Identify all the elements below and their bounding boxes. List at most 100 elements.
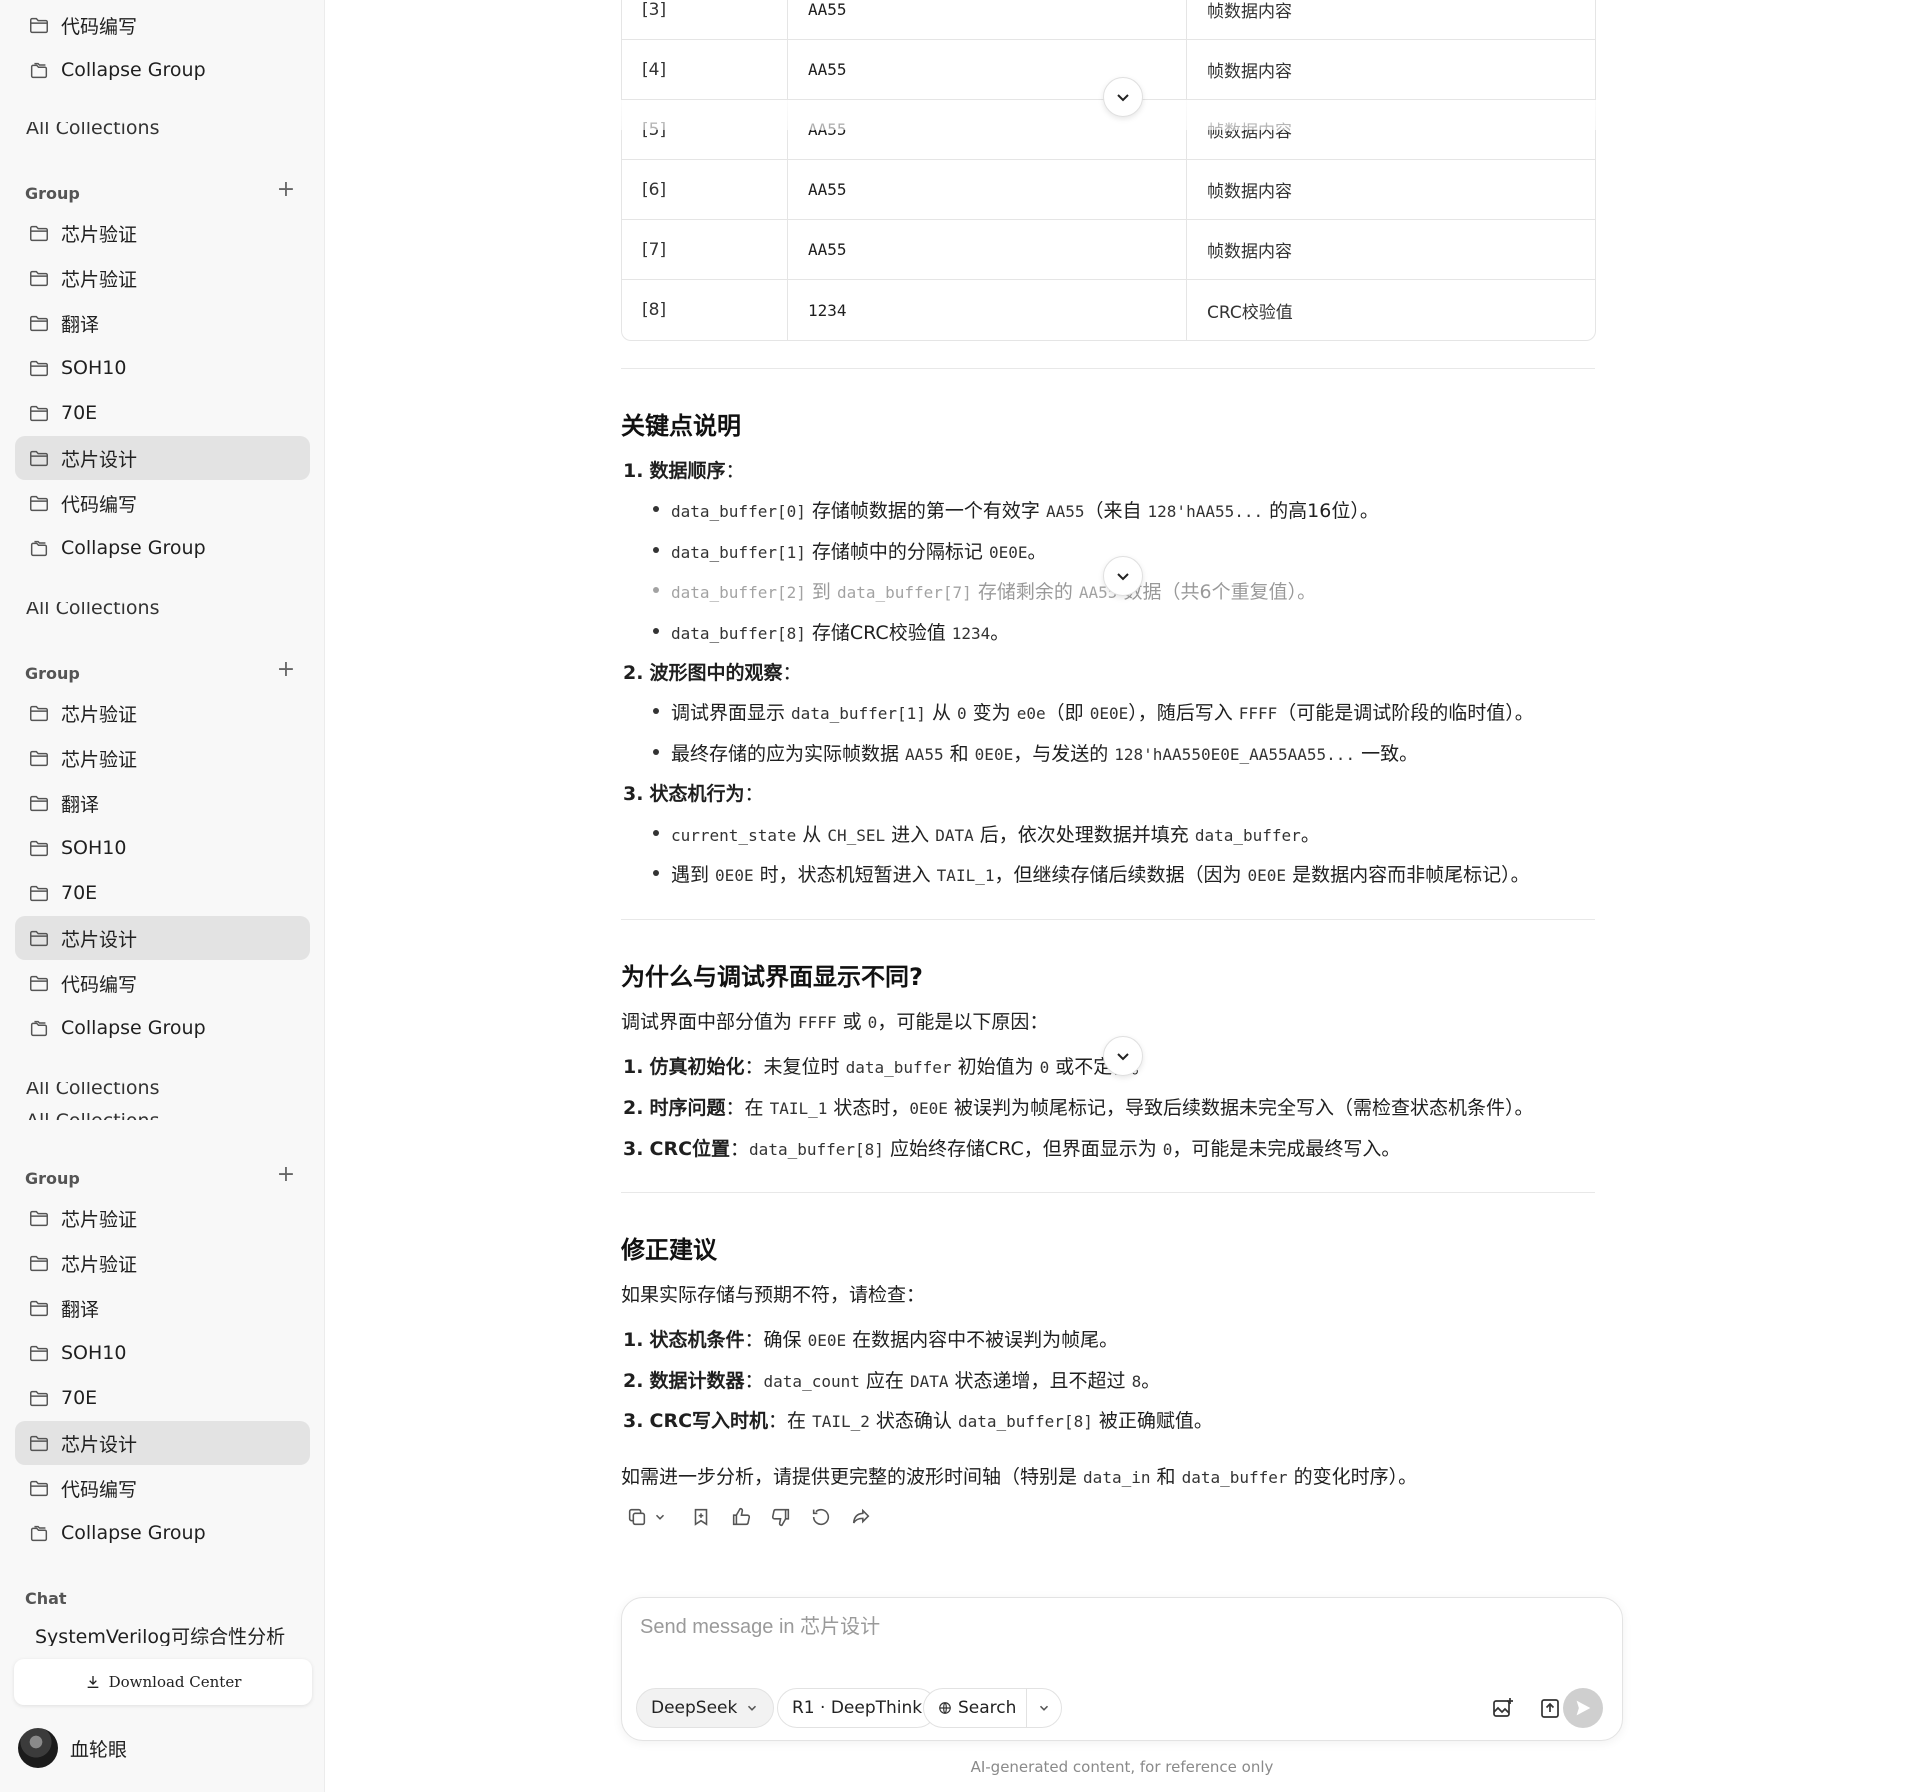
text-span: 和 bbox=[1150, 1466, 1182, 1488]
sidebar-item-label: Collapse Group bbox=[61, 537, 206, 559]
sidebar-item[interactable]: 芯片验证 bbox=[15, 211, 310, 255]
inline-code: AA55 bbox=[1045, 502, 1085, 521]
inline-code: current_state bbox=[671, 826, 797, 845]
download-icon bbox=[87, 1676, 98, 1688]
table-row: [6] AA55 帧数据内容 bbox=[622, 159, 1595, 220]
user-profile[interactable]: 血轮眼 bbox=[18, 1728, 127, 1768]
regenerate-icon[interactable] bbox=[809, 1505, 833, 1529]
chevron-down-icon bbox=[1040, 1705, 1049, 1711]
sidebar-item[interactable]: Collapse Group bbox=[15, 1006, 310, 1050]
inline-code: data_buffer bbox=[1194, 826, 1301, 845]
inline-code: 0E0E bbox=[974, 745, 1014, 764]
chevron-down-icon bbox=[748, 1705, 757, 1711]
chevron-down-icon[interactable] bbox=[653, 1505, 667, 1529]
sidebar-item[interactable]: 芯片验证 bbox=[15, 736, 310, 780]
sidebar-item-label: 代码编写 bbox=[61, 15, 138, 38]
sidebar-item[interactable]: 芯片验证 bbox=[15, 1196, 310, 1240]
sidebar-item[interactable]: SOH10 bbox=[15, 826, 310, 870]
model-selector[interactable]: DeepSeek bbox=[636, 1688, 775, 1728]
sidebar-item[interactable]: 芯片设计 bbox=[15, 436, 310, 480]
sidebar-item[interactable]: 芯片验证 bbox=[15, 256, 310, 300]
sidebar-item[interactable]: 70E bbox=[15, 871, 310, 915]
message-actions bbox=[625, 1505, 889, 1529]
sidebar-item[interactable]: 芯片设计 bbox=[15, 916, 310, 960]
inline-code: 0E0E bbox=[1247, 866, 1287, 885]
text-span: 如需进一步分析，请提供更完整的波形时间轴（特别是 bbox=[621, 1466, 1084, 1488]
text-span: 状态确认 bbox=[869, 1410, 958, 1432]
folder-stack-icon bbox=[28, 537, 50, 559]
sidebar-item-code[interactable]: 代码编写 bbox=[15, 3, 310, 47]
folder-icon bbox=[28, 1297, 50, 1319]
chevron-down-icon bbox=[1117, 1053, 1129, 1061]
chat-header: Chat bbox=[25, 1589, 67, 1608]
inline-code: 0E0E bbox=[1089, 704, 1129, 723]
inline-code: 0 bbox=[1162, 1140, 1173, 1159]
inline-code: data_buffer[0] bbox=[671, 502, 806, 521]
table-cell: [3] bbox=[622, 0, 788, 40]
all-collections-link[interactable]: All Collections bbox=[26, 602, 159, 618]
scroll-down-button[interactable] bbox=[1103, 77, 1143, 117]
sidebar-item-label: 芯片设计 bbox=[61, 1433, 138, 1456]
scroll-down-button[interactable] bbox=[1103, 1036, 1143, 1076]
bullet-item: 最终存储的应为实际帧数据 AA55 和 0E0E，与发送的 128'hAA550… bbox=[652, 739, 1418, 766]
text-span: ： bbox=[730, 1138, 750, 1160]
message-input[interactable] bbox=[640, 1616, 1540, 1639]
numbered-point: 3. CRC写入时机：在 TAIL_2 状态确认 data_buffer[8] … bbox=[623, 1410, 1213, 1432]
sidebar-item[interactable]: 翻译 bbox=[15, 1286, 310, 1330]
add-group-icon[interactable]: + bbox=[276, 659, 296, 681]
sidebar-item[interactable]: 代码编写 bbox=[15, 481, 310, 525]
bullet-item: 调试界面显示 data_buffer[1] 从 0 变为 e0e（即 0E0E）… bbox=[653, 698, 1534, 725]
text-span: 的变化时序）。 bbox=[1287, 1466, 1418, 1488]
sidebar-item[interactable]: 芯片验证 bbox=[15, 1241, 310, 1285]
text-span: （即 bbox=[1045, 702, 1090, 724]
text-span: 变为 bbox=[966, 702, 1017, 724]
thumbs-up-icon[interactable] bbox=[729, 1505, 753, 1529]
copy-icon[interactable] bbox=[625, 1505, 649, 1529]
text-span: 从 bbox=[925, 702, 957, 724]
inline-code: data_count bbox=[763, 1372, 860, 1391]
sidebar-item-collapse-group[interactable]: Collapse Group bbox=[15, 48, 310, 92]
table-cell: [4] bbox=[622, 39, 788, 100]
inline-code: FFFF bbox=[798, 1013, 837, 1032]
sidebar-item[interactable]: Collapse Group bbox=[15, 526, 310, 570]
thumbs-down-icon[interactable] bbox=[769, 1505, 793, 1529]
text-span: 。 bbox=[1300, 824, 1320, 846]
sidebar-item[interactable]: Collapse Group bbox=[15, 1511, 310, 1555]
table-row: [7] AA55 帧数据内容 bbox=[622, 219, 1595, 280]
sidebar-item[interactable]: 翻译 bbox=[15, 781, 310, 825]
share-icon[interactable] bbox=[849, 1505, 873, 1529]
add-group-icon[interactable]: + bbox=[276, 1164, 296, 1186]
scroll-down-button[interactable] bbox=[1103, 556, 1143, 596]
search-toggle[interactable]: Search bbox=[923, 1688, 1063, 1728]
sidebar-item[interactable]: 芯片验证 bbox=[15, 691, 310, 735]
inline-code: data_in bbox=[1083, 1468, 1151, 1487]
add-group-icon[interactable]: + bbox=[276, 179, 296, 201]
sidebar-item-label: 芯片验证 bbox=[61, 223, 138, 246]
sidebar-item-label: 芯片验证 bbox=[61, 268, 138, 291]
bookmark-icon[interactable] bbox=[689, 1505, 713, 1529]
send-button[interactable] bbox=[1563, 1688, 1603, 1728]
sidebar-item[interactable]: 70E bbox=[15, 1376, 310, 1420]
chat-history-item[interactable]: SystemVerilog可综合性分析 bbox=[35, 1622, 285, 1646]
sidebar-item[interactable]: 芯片设计 bbox=[15, 1421, 310, 1465]
table-cell: 1234 bbox=[788, 280, 1187, 340]
all-collections-link[interactable]: All Collections bbox=[26, 1104, 159, 1120]
text-span: 初始值为 bbox=[951, 1056, 1040, 1078]
group-header: Group bbox=[25, 184, 80, 203]
deepthink-toggle[interactable]: R1 · DeepThink bbox=[777, 1688, 938, 1728]
all-collections-link[interactable]: All Collections bbox=[26, 122, 159, 138]
sidebar-item[interactable]: SOH10 bbox=[15, 1331, 310, 1375]
sidebar-item[interactable]: 翻译 bbox=[15, 301, 310, 345]
sidebar-item-label: 代码编写 bbox=[61, 493, 138, 516]
sidebar-item[interactable]: 70E bbox=[15, 391, 310, 435]
all-collections-link[interactable]: All Collections bbox=[26, 1082, 159, 1098]
download-center-button[interactable]: Download Center bbox=[14, 1659, 312, 1705]
folder-icon bbox=[28, 312, 50, 334]
globe-icon bbox=[939, 1702, 951, 1714]
sidebar-item[interactable]: SOH10 bbox=[15, 346, 310, 390]
image-upload-icon[interactable] bbox=[1488, 1693, 1518, 1723]
sidebar-item[interactable]: 代码编写 bbox=[15, 1466, 310, 1510]
upload-file-icon[interactable] bbox=[1535, 1693, 1565, 1723]
search-options-dropdown[interactable] bbox=[1027, 1701, 1061, 1715]
sidebar-item[interactable]: 代码编写 bbox=[15, 961, 310, 1005]
